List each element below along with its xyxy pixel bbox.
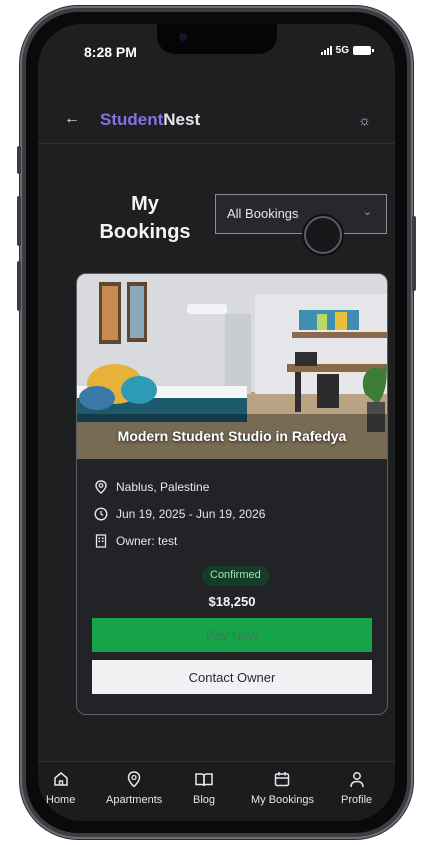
- battery-icon: [353, 46, 374, 55]
- touch-cursor: [304, 216, 342, 254]
- mute-switch: [17, 146, 21, 174]
- book-icon: [195, 770, 213, 788]
- chevron-down-icon: ⌄: [362, 206, 372, 218]
- nav-label-my-bookings: My Bookings: [251, 794, 314, 806]
- calendar-icon: [274, 770, 290, 788]
- nav-label-profile: Profile: [341, 794, 373, 806]
- owner-text: Owner: test: [116, 534, 178, 548]
- sun-icon[interactable]: ☼: [358, 112, 371, 128]
- network-type: 5G: [335, 45, 349, 56]
- location-text: Nablus, Palestine: [116, 480, 210, 494]
- status-bar: 8:28 PM 5G: [38, 24, 395, 68]
- apartment-title: Modern Student Studio in Rafedya: [117, 428, 347, 444]
- arrow-left-icon[interactable]: ←: [64, 110, 80, 128]
- location-row: Nablus, Palestine: [94, 480, 209, 494]
- brand-logo[interactable]: StudentNest: [100, 110, 200, 130]
- status-badge: Confirmed: [202, 566, 269, 586]
- app-header: ← StudentNest ☼: [38, 100, 395, 144]
- dates-row: Jun 19, 2025 - Jun 19, 2026: [94, 507, 265, 521]
- user-icon: [349, 770, 364, 788]
- brand-secondary: Nest: [163, 110, 201, 129]
- home-icon: [53, 770, 69, 788]
- power-button: [412, 216, 416, 291]
- nav-label-blog: Blog: [193, 794, 216, 806]
- contact-owner-button[interactable]: Contact Owner: [92, 660, 372, 694]
- nav-label-home: Home: [46, 794, 76, 806]
- booking-card: Modern Student Studio in Rafedya Nablus,…: [76, 273, 388, 715]
- owner-row: Owner: test: [94, 534, 177, 548]
- bookings-filter-select[interactable]: All Bookings ⌄: [215, 194, 387, 234]
- nav-item-my-bookings[interactable]: My Bookings: [251, 770, 314, 806]
- app-screen: 8:28 PM 5G ← StudentNest ☼ My Bookings A…: [38, 24, 395, 821]
- page-title-line1: My: [131, 193, 159, 215]
- brand-primary: Student: [100, 110, 164, 129]
- signal-icon: [320, 46, 332, 55]
- phone-frame: 8:28 PM 5G ← StudentNest ☼ My Bookings A…: [17, 6, 416, 839]
- volume-up-button: [17, 196, 21, 246]
- page-title: My Bookings: [90, 190, 200, 246]
- nav-item-apartments[interactable]: Apartments: [106, 770, 162, 806]
- nav-item-blog[interactable]: Blog: [193, 770, 215, 806]
- status-indicators: 5G: [320, 45, 374, 56]
- booking-dates: Jun 19, 2025 - Jun 19, 2026: [116, 507, 266, 521]
- apartment-photo: Modern Student Studio in Rafedya: [77, 274, 387, 459]
- map-pin-icon: [94, 480, 108, 494]
- filter-selected-value: All Bookings: [227, 206, 299, 221]
- nav-label-apartments: Apartments: [106, 794, 163, 806]
- pay-now-button[interactable]: Pay Now: [92, 618, 372, 652]
- nav-item-home[interactable]: Home: [46, 770, 75, 806]
- building-icon: [94, 534, 108, 548]
- map-pin-icon: [127, 770, 141, 788]
- bottom-nav: Home Apartments Blog My Bookings Profile: [38, 761, 395, 821]
- booking-price: $18,250: [208, 594, 256, 609]
- page-title-line2: Bookings: [99, 221, 191, 243]
- volume-down-button: [17, 261, 21, 311]
- nav-item-profile[interactable]: Profile: [341, 770, 372, 806]
- status-time: 8:28 PM: [84, 44, 137, 60]
- clock-icon: [94, 507, 108, 521]
